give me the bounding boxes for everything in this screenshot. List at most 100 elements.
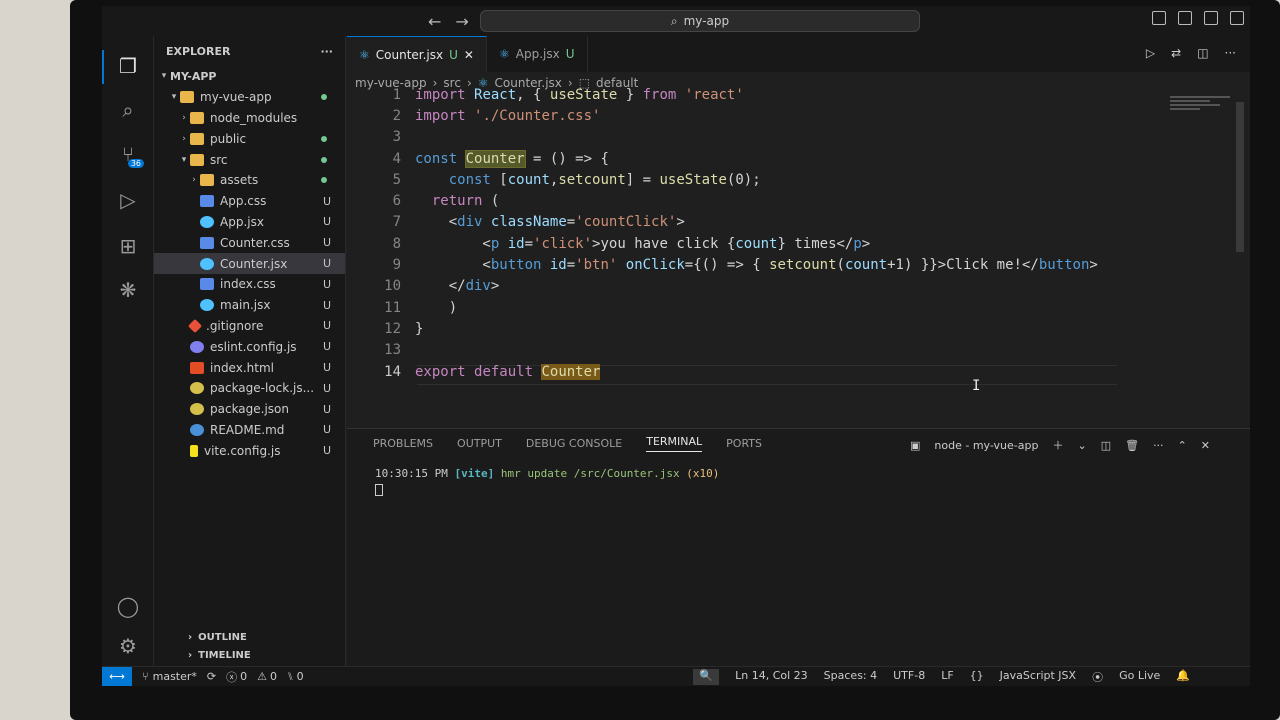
explorer-icon[interactable]: ❐ (114, 52, 142, 80)
split-terminal-icon[interactable]: ◫ (1101, 439, 1111, 452)
jsx-file-icon (200, 299, 214, 312)
tab-debug-console[interactable]: DEBUG CONSOLE (526, 437, 622, 450)
warning-count[interactable]: 0 (270, 670, 277, 683)
tab-problems[interactable]: PROBLEMS (373, 437, 433, 450)
new-terminal-icon[interactable]: ＋ (1052, 437, 1063, 453)
sync-icon[interactable]: ⟳ (207, 670, 216, 683)
code-line[interactable]: 7 <div className='countClick'> (347, 212, 685, 233)
forward-arrow-icon[interactable]: → (455, 12, 468, 31)
bell-icon[interactable]: 🔔 (1176, 669, 1190, 685)
back-arrow-icon[interactable]: ← (428, 12, 441, 31)
tree-item-label: src (210, 152, 228, 167)
tree-item[interactable]: eslint.config.js U (154, 336, 345, 357)
editor-tabs: ⚛ Counter.jsx U ✕ ⚛ App.jsx U ▷ ⇄ ◫ ··· (347, 36, 1250, 72)
tree-item[interactable]: package.json U (154, 399, 345, 420)
split-editor-icon[interactable]: ◫ (1197, 46, 1208, 60)
tab-counter-jsx[interactable]: ⚛ Counter.jsx U ✕ (347, 36, 487, 72)
tab-ports[interactable]: PORTS (726, 437, 762, 450)
tab-output[interactable]: OUTPUT (457, 437, 502, 450)
tree-item[interactable]: › public (154, 128, 345, 149)
git-status: U (322, 423, 331, 437)
tree-item[interactable]: ▾ my-vue-app (154, 87, 345, 108)
tree-item[interactable]: Counter.css U (154, 232, 345, 253)
compare-icon[interactable]: ⇄ (1171, 46, 1181, 60)
terminal-output[interactable]: 10:30:15 PM [vite] hmr update /src/Count… (375, 467, 719, 496)
code-line[interactable]: 2 import './Counter.css' (347, 105, 601, 126)
ports-count[interactable]: 0 (297, 670, 304, 683)
extensions-icon[interactable]: ⊞ (114, 232, 142, 260)
minimap[interactable] (1170, 94, 1240, 124)
code-line[interactable]: 9 <button id='btn' onClick={() => { setc… (347, 254, 1098, 275)
indentation[interactable]: Spaces: 4 (824, 669, 877, 685)
remote-indicator-icon[interactable]: ⟷ (102, 666, 132, 686)
encoding[interactable]: UTF-8 (893, 669, 925, 685)
tree-item[interactable]: .gitignore U (154, 316, 345, 337)
command-center[interactable]: ⌕ my-app (480, 10, 920, 32)
more-actions-icon[interactable]: ··· (1225, 46, 1236, 60)
code-line[interactable]: 6 return ( (347, 191, 500, 212)
toggle-panel-icon[interactable] (1178, 11, 1192, 25)
editor-actions: ▷ ⇄ ◫ ··· (1146, 46, 1236, 60)
tab-app-jsx[interactable]: ⚛ App.jsx U (487, 36, 588, 72)
customize-layout-icon[interactable] (1230, 11, 1244, 25)
account-icon[interactable]: ◯ (114, 592, 142, 620)
search-icon[interactable]: ⌕ (114, 96, 142, 124)
code-line[interactable]: 11 ) (347, 297, 457, 318)
language-mode[interactable]: JavaScript JSX (1000, 669, 1076, 685)
tree-item[interactable]: package-lock.js... U (154, 378, 345, 399)
close-icon[interactable]: ✕ (1201, 439, 1210, 452)
code-line[interactable]: 4 const Counter = () => { (347, 148, 609, 169)
code-line[interactable]: 8 <p id='click'>you have click {count} t… (347, 233, 871, 254)
eslint-file-icon (190, 340, 204, 353)
code-line[interactable]: 10 </div> (347, 276, 499, 297)
run-icon[interactable]: ▷ (1146, 46, 1155, 60)
code-line[interactable]: 14 export default Counter (347, 361, 601, 382)
go-live-button[interactable]: Go Live (1119, 669, 1160, 685)
gear-icon[interactable]: ⚙ (114, 632, 142, 660)
timeline-section[interactable]: › TIMELINE (154, 646, 345, 664)
activity-bar: ❐ ⌕ ⑂ 36 ▷ ⊞ ❋ ◯ ⚙ (102, 36, 154, 672)
workspace-root[interactable]: ▾ MY-APP (154, 66, 345, 87)
end-of-line[interactable]: LF (941, 669, 953, 685)
md-file-icon (190, 423, 204, 436)
tree-item[interactable]: › assets (154, 170, 345, 191)
more-actions-icon[interactable]: ··· (1153, 439, 1164, 452)
tree-item[interactable]: › node_modules (154, 108, 345, 129)
code-editor[interactable]: 1 import React, { useState } from 'react'… (347, 87, 1227, 418)
settings-sync-icon[interactable]: ❋ (114, 276, 142, 304)
code-line[interactable]: 13 (347, 340, 401, 361)
tree-item[interactable]: vite.config.js U (154, 440, 345, 461)
toggle-secondary-sidebar-icon[interactable] (1204, 11, 1218, 25)
cursor-position[interactable]: Ln 14, Col 23 (735, 669, 808, 685)
tab-terminal[interactable]: TERMINAL (646, 435, 703, 452)
toggle-sidebar-icon[interactable] (1152, 11, 1166, 25)
code-line[interactable]: 5 const [count,setcount] = useState(0); (347, 169, 761, 190)
react-file-icon: ⚛ (498, 47, 510, 61)
tree-item[interactable]: index.css U (154, 274, 345, 295)
more-actions-icon[interactable]: ··· (320, 45, 333, 58)
tree-item[interactable]: Counter.jsx U (154, 253, 345, 274)
tree-item[interactable]: App.jsx U (154, 212, 345, 233)
code-line[interactable]: 12} (347, 318, 423, 339)
code-line[interactable]: 1 import React, { useState } from 'react' (347, 84, 744, 105)
tree-item[interactable]: ▾ src (154, 149, 345, 170)
error-count[interactable]: 0 (240, 670, 247, 683)
tree-item-label: vite.config.js (204, 443, 281, 458)
maximize-panel-icon[interactable]: ⌃ (1178, 439, 1187, 452)
zoom-icon[interactable]: 🔍 (693, 669, 720, 685)
tree-item[interactable]: README.md U (154, 420, 345, 441)
terminal-name[interactable]: node - my-vue-app (934, 439, 1038, 452)
tree-item[interactable]: main.jsx U (154, 295, 345, 316)
outline-section[interactable]: › OUTLINE (154, 628, 345, 646)
code-line[interactable]: 3 (347, 127, 401, 148)
trash-icon[interactable]: 🗑 (1125, 439, 1139, 452)
editor-scrollbar[interactable] (1236, 102, 1244, 252)
tree-item[interactable]: index.html U (154, 357, 345, 378)
close-icon[interactable]: ✕ (464, 48, 474, 62)
branch-name[interactable]: master* (153, 670, 197, 683)
tree-item[interactable]: App.css U (154, 191, 345, 212)
explorer-header: EXPLORER ··· (154, 36, 345, 66)
run-debug-icon[interactable]: ▷ (114, 186, 142, 214)
source-control-icon[interactable]: ⑂ 36 (114, 140, 144, 168)
chevron-down-icon[interactable]: ⌄ (1077, 439, 1086, 452)
